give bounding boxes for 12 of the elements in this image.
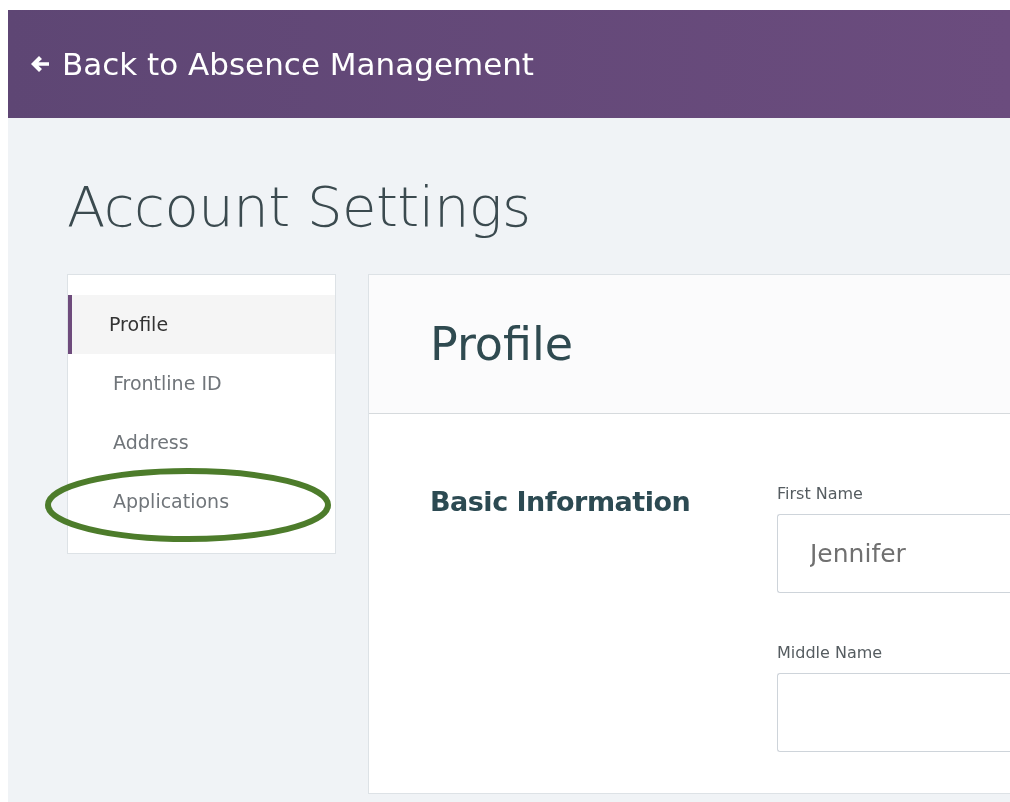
sidebar-item[interactable]: Profile <box>68 295 335 355</box>
field-label: First Name <box>777 483 864 506</box>
section-title: Basic Information <box>430 485 692 520</box>
sidebar-item[interactable]: Address <box>68 413 335 473</box>
sidebar-item[interactable]: Frontline ID <box>68 354 335 414</box>
sidebar-item[interactable]: Applications <box>68 472 335 532</box>
back-arrow-icon <box>30 54 50 74</box>
page-title: Account Settings <box>67 173 532 241</box>
back-link[interactable]: Back to Absence Management <box>30 40 535 88</box>
panel-title: Profile <box>430 316 574 372</box>
input-field[interactable] <box>777 673 1010 753</box>
field-label: Middle Name <box>777 642 884 665</box>
